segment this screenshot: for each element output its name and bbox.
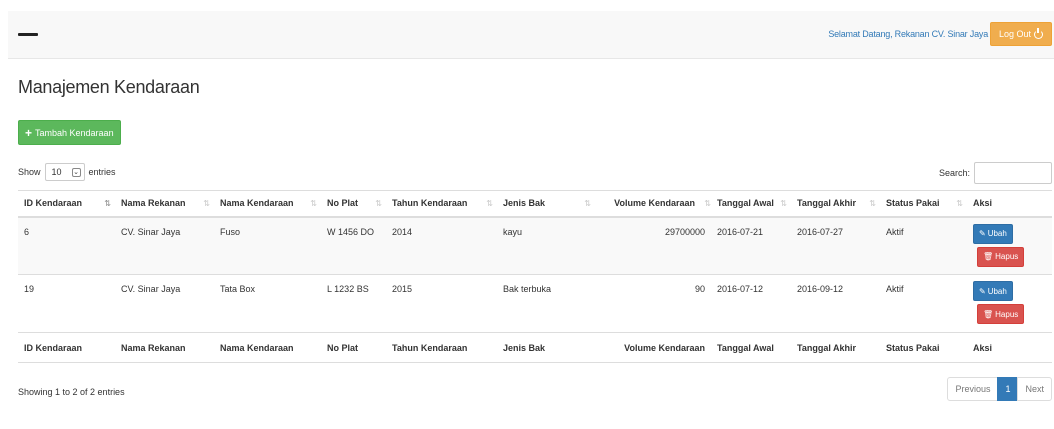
col-header[interactable]: Tahun Kendaraan ⇅: [386, 190, 497, 218]
sort-icon: ⇅: [486, 199, 493, 208]
cell-rekanan: CV. Sinar Jaya: [115, 274, 214, 333]
sort-icon: ⇅: [956, 199, 963, 208]
table-row: 6 CV. Sinar Jaya Fuso W 1456 DO 2014 kay…: [18, 216, 1052, 275]
col-header[interactable]: Tanggal Awal ⇅: [711, 190, 791, 218]
table-info: Showing 1 to 2 of 2 entries: [18, 387, 125, 397]
previous-page-button[interactable]: Previous: [947, 377, 999, 401]
welcome-text: Selamat Datang, Rekanan CV. Sinar Jaya: [828, 29, 988, 39]
cell-plat: L 1232 BS: [321, 274, 386, 333]
trash-icon: 🗑: [983, 309, 994, 319]
delete-label: Hapus: [995, 309, 1019, 319]
vehicle-table: ID Kendaraan ⇅ Nama Rekanan ⇅ Nama Kendara…: [18, 190, 1052, 363]
col-header[interactable]: Volume Kendaraan ⇅: [595, 190, 711, 218]
cell-tahun: 2015: [386, 274, 497, 333]
col-header[interactable]: ID Kendaraan ⇅: [18, 190, 115, 218]
sort-icon: ⇅: [869, 199, 876, 208]
col-header[interactable]: Tanggal Akhir ⇅: [791, 190, 880, 218]
cell-actions: ✎ Ubah 🗑 Hapus: [967, 274, 1052, 333]
delete-button[interactable]: 🗑 Hapus: [977, 246, 1025, 267]
col-footer: Status Pakai: [880, 332, 967, 363]
delete-label: Hapus: [995, 252, 1019, 261]
col-header[interactable]: Status Pakai ⇅: [880, 190, 967, 218]
cell-actions: ✎ Ubah 🗑 Hapus: [967, 216, 1052, 275]
edit-button[interactable]: ✎ Ubah: [973, 281, 1013, 301]
entries-value: 10: [51, 167, 62, 177]
pagination: Previous 1 Next: [947, 377, 1052, 401]
logout-button[interactable]: Log Out: [989, 22, 1052, 46]
chevron-down-icon: ⌄: [71, 167, 81, 177]
cell-akhir: 2016-09-12: [791, 274, 880, 333]
sort-icon: ⇅: [584, 199, 591, 208]
sort-icon: ⇅: [780, 199, 787, 208]
menu-toggle-icon[interactable]: [18, 28, 40, 42]
edit-label: Ubah: [987, 286, 1007, 296]
table-row: 19 CV. Sinar Jaya Tata Box L 1232 BS 201…: [18, 274, 1052, 333]
logout-label: Log Out: [998, 29, 1031, 39]
add-vehicle-label: Tambah Kendaraan: [35, 127, 114, 138]
cell-akhir: 2016-07-27: [791, 216, 880, 275]
delete-button[interactable]: 🗑 Hapus: [977, 304, 1025, 324]
entries-label: entries: [88, 167, 116, 177]
table-footer-row: ID Kendaraan Nama Rekanan Nama Kendaraan…: [18, 332, 1052, 363]
search-label: Search:: [938, 168, 970, 178]
cell-awal: 2016-07-21: [711, 216, 791, 275]
entries-select[interactable]: 10 ⌄: [44, 163, 85, 181]
sort-icon: ⇅: [704, 199, 711, 208]
col-footer: Volume Kendaraan: [595, 332, 711, 363]
page-1-button[interactable]: 1: [997, 377, 1019, 401]
cell-kendaraan: Fuso: [214, 216, 321, 275]
navbar: Selamat Datang, Rekanan CV. Sinar Jaya L…: [8, 11, 1054, 59]
sort-asc-icon: ⇅: [104, 199, 111, 208]
cell-awal: 2016-07-12: [711, 274, 791, 333]
next-page-button[interactable]: Next: [1017, 377, 1052, 401]
cell-status: Aktif: [880, 216, 967, 275]
sign-out-icon: [1034, 27, 1043, 39]
col-footer: Tanggal Akhir: [791, 332, 880, 363]
cell-volume: 90: [595, 274, 711, 333]
cell-tahun: 2014: [386, 216, 497, 275]
search-input[interactable]: [974, 162, 1052, 184]
col-footer: Jenis Bak: [497, 332, 595, 363]
cell-status: Aktif: [880, 274, 967, 333]
cell-kendaraan: Tata Box: [214, 274, 321, 333]
col-header[interactable]: No Plat ⇅: [321, 190, 386, 218]
main-content: Manajemen Kendaraan + Tambah Kendaraan S…: [8, 59, 1054, 418]
entries-control: Show 10 ⌄ entries: [18, 163, 116, 181]
cell-volume: 29700000: [595, 216, 711, 275]
sort-icon: ⇅: [203, 199, 210, 208]
search-control: Search:: [939, 162, 1052, 184]
edit-button[interactable]: ✎ Ubah: [973, 223, 1013, 244]
plus-icon: +: [25, 125, 33, 140]
col-footer: Aksi: [967, 332, 1052, 363]
col-header[interactable]: Nama Rekanan ⇅: [115, 190, 214, 218]
col-footer: No Plat: [321, 332, 386, 363]
cell-id: 6: [18, 216, 115, 275]
page-title: Manajemen Kendaraan: [18, 77, 200, 97]
col-header[interactable]: Jenis Bak ⇅: [497, 190, 595, 218]
add-vehicle-button[interactable]: + Tambah Kendaraan: [18, 120, 121, 145]
show-label: Show: [18, 167, 41, 177]
cell-rekanan: CV. Sinar Jaya: [115, 216, 214, 275]
col-header: Aksi: [967, 190, 1052, 218]
table-header-row: ID Kendaraan ⇅ Nama Rekanan ⇅ Nama Kendara…: [18, 190, 1052, 218]
col-header[interactable]: Nama Kendaraan ⇅: [214, 190, 321, 218]
trash-icon: 🗑: [983, 252, 994, 261]
pencil-icon: ✎: [979, 229, 986, 238]
col-footer: ID Kendaraan: [18, 332, 115, 363]
cell-plat: W 1456 DO: [321, 216, 386, 275]
sort-icon: ⇅: [375, 199, 382, 208]
pencil-icon: ✎: [979, 286, 986, 296]
cell-bak: Bak terbuka: [497, 274, 595, 333]
cell-id: 19: [18, 274, 115, 333]
col-footer: Tanggal Awal: [711, 332, 791, 363]
edit-label: Ubah: [987, 229, 1007, 238]
col-footer: Nama Kendaraan: [214, 332, 321, 363]
cell-bak: kayu: [497, 216, 595, 275]
col-footer: Tahun Kendaraan: [386, 332, 497, 363]
col-footer: Nama Rekanan: [115, 332, 214, 363]
sort-icon: ⇅: [310, 199, 317, 208]
